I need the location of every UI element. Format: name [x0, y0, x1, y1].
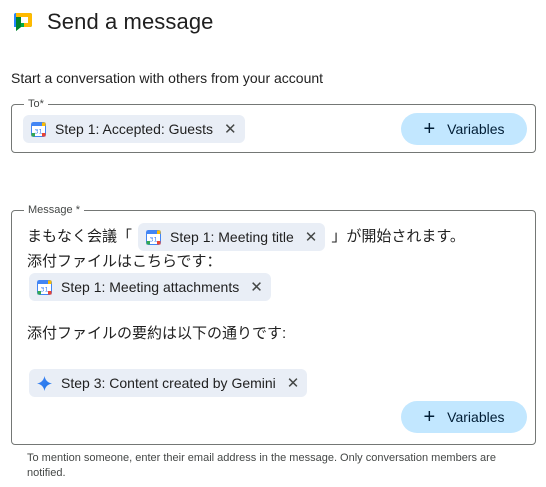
meeting-attachments-chip[interactable]: 31 Step 1: Meeting attachments ✕ [29, 273, 271, 301]
to-variables-label: Variables [447, 121, 505, 137]
mention-help-text: To mention someone, enter their email ad… [27, 452, 496, 479]
close-icon[interactable]: ✕ [287, 376, 300, 391]
close-icon[interactable]: ✕ [250, 280, 263, 295]
gemini-sparkle-icon [37, 375, 52, 391]
page-subtitle: Start a conversation with others from yo… [11, 70, 324, 86]
svg-text:31: 31 [34, 127, 42, 135]
message-variables-button[interactable]: + Variables [401, 401, 527, 433]
message-field-label: Message * [24, 203, 84, 217]
google-calendar-icon: 31 [146, 229, 162, 245]
message-text: まもなく会議「 [27, 228, 133, 245]
google-calendar-icon: 31 [31, 121, 46, 137]
google-calendar-icon: 31 [37, 279, 52, 295]
message-line-2: 添付ファイルはこちらです： [27, 253, 222, 270]
message-field[interactable]: Message * まもなく会議「 31 Step 1: Meeting tit… [11, 203, 536, 445]
message-text: 」が開始されます。 [331, 228, 465, 245]
gemini-content-chip[interactable]: Step 3: Content created by Gemini ✕ [29, 369, 308, 397]
message-line-3: 31 Step 1: Meeting attachments ✕ [23, 273, 277, 301]
plus-icon: + [423, 406, 436, 428]
meeting-title-chip-label: Step 1: Meeting title [170, 229, 294, 245]
gemini-content-chip-label: Step 3: Content created by Gemini [61, 375, 276, 391]
meeting-title-chip[interactable]: 31 Step 1: Meeting title ✕ [138, 223, 326, 251]
close-icon[interactable]: ✕ [305, 230, 318, 245]
recipient-chip[interactable]: 31 Step 1: Accepted: Guests ✕ [23, 115, 245, 143]
message-line-1: まもなく会議「 31 Step 1: Meeting title ✕ 」が開始さ… [27, 223, 465, 251]
to-field-label: To* [24, 97, 48, 111]
svg-text:31: 31 [149, 235, 157, 243]
plus-icon: + [423, 118, 436, 140]
svg-text:31: 31 [40, 285, 48, 293]
message-line-5: Step 3: Content created by Gemini ✕ [23, 369, 313, 397]
message-variables-label: Variables [447, 409, 505, 425]
header: Send a message [12, 8, 214, 36]
to-variables-button[interactable]: + Variables [401, 113, 527, 145]
message-line-4: 添付ファイルの要約は以下の通りです: [27, 325, 287, 342]
close-icon[interactable]: ✕ [224, 122, 237, 137]
recipient-chip-label: Step 1: Accepted: Guests [55, 121, 213, 137]
to-field[interactable]: To* 31 Step 1: Accepted: Guests ✕ + Vari… [11, 97, 536, 153]
google-chat-icon [12, 11, 34, 33]
page-title: Send a message [47, 9, 214, 34]
meeting-attachments-chip-label: Step 1: Meeting attachments [61, 279, 240, 295]
